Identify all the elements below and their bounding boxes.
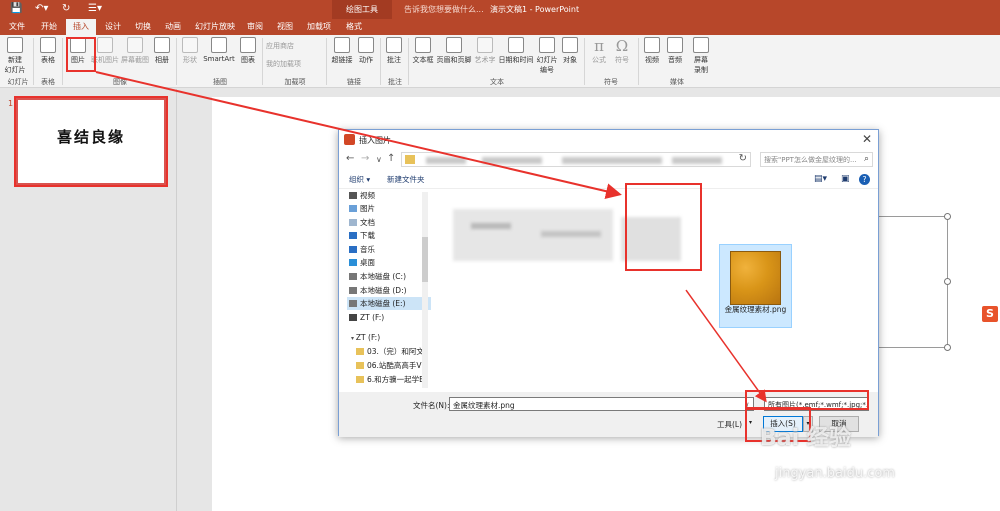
baidu-watermark-url: jingyan.baidu.com (775, 466, 895, 481)
baidu-watermark: Bai 经验 (760, 426, 851, 451)
arrow-to-file (95, 71, 622, 200)
arrow-to-insert (685, 289, 767, 403)
